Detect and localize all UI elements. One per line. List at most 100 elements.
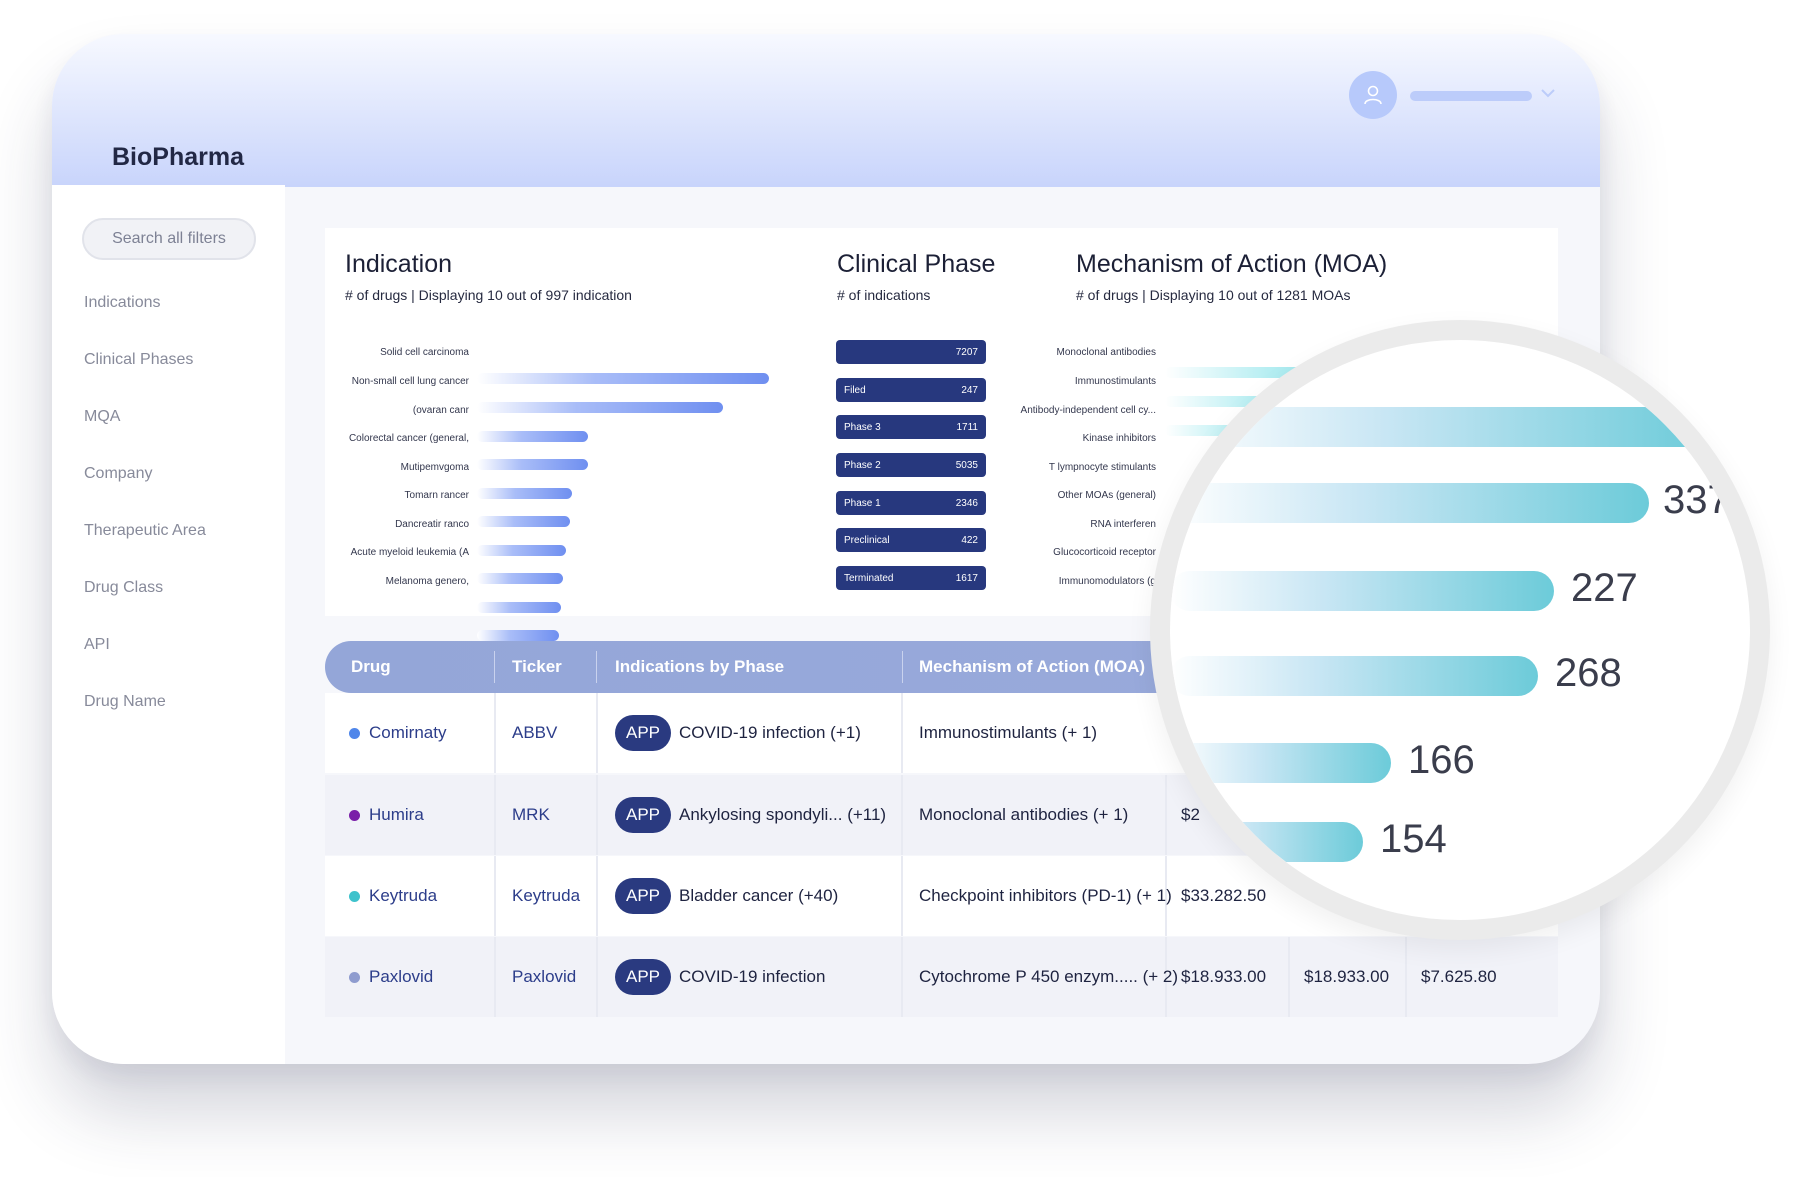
indication-label: Melanoma genero, (385, 576, 469, 587)
indication-bar[interactable] (477, 630, 559, 641)
drug-name-link[interactable]: Keytruda (369, 886, 437, 906)
zoomed-moa-bar (1170, 483, 1649, 523)
cell-divider (596, 937, 598, 1017)
price-cell: $18.933.00 (1181, 967, 1267, 986)
ticker-link[interactable]: Keytruda (512, 856, 580, 936)
zoomed-moa-bar (1170, 822, 1363, 862)
indication-text: Bladder cancer (+40) (679, 886, 839, 905)
moa-label: Glucocorticoid receptor (1053, 547, 1156, 558)
drug-cell: Humira (349, 775, 424, 855)
indication-label: Tomarn rancer (404, 490, 469, 501)
sidebar-item-drug-name[interactable]: Drug Name (84, 693, 166, 711)
ticker-link[interactable]: ABBV (512, 693, 557, 773)
indication-subtitle: # of drugs | Displaying 10 out of 997 in… (345, 287, 632, 303)
indication-label: (ovaran canr (412, 405, 469, 416)
phase-label: Phase 2 (844, 459, 881, 471)
moa-label: T lympnocyte stimulants (1048, 462, 1156, 473)
username-placeholder[interactable] (1410, 91, 1532, 101)
phase-bar[interactable]: 7207 (836, 340, 986, 364)
moa-label: Immunomodulators (g (1058, 576, 1156, 587)
brand-title: BioPharma (112, 143, 244, 171)
zoomed-bar-value: 154 (1380, 817, 1447, 861)
indication-bar[interactable] (477, 431, 588, 442)
column-header-moa[interactable]: Mechanism of Action (MOA) (919, 641, 1145, 693)
column-divider (494, 651, 495, 683)
column-header-drug[interactable]: Drug (351, 641, 391, 693)
search-filters-input[interactable]: Search all filters (82, 218, 256, 260)
column-divider (902, 651, 903, 683)
indication-bar[interactable] (477, 573, 563, 584)
user-avatar[interactable] (1349, 71, 1397, 119)
app-header: BioPharma (52, 34, 1600, 188)
sidebar-item-api[interactable]: API (84, 636, 110, 654)
phase-bar[interactable]: Phase 2 5035 (836, 453, 986, 477)
phase-value: 2346 (955, 497, 978, 509)
ticker-link[interactable]: Paxlovid (512, 937, 576, 1017)
indication-cell: APP COVID-19 infection (+1) (615, 693, 861, 773)
indication-bar[interactable] (477, 516, 570, 527)
zoomed-moa-bar (1170, 656, 1538, 696)
sidebar-item-drug-class[interactable]: Drug Class (84, 579, 163, 597)
phase-badge: APP (615, 959, 671, 995)
phase-label: Phase 1 (844, 497, 881, 509)
phase-label: Preclinical (844, 534, 890, 546)
cell-divider (596, 856, 598, 936)
drug-cell: Paxlovid (349, 937, 433, 1017)
cell-divider (1288, 937, 1290, 1017)
sidebar-item-therapeutic-area[interactable]: Therapeutic Area (84, 522, 206, 540)
sidebar-item-company[interactable]: Company (84, 465, 152, 483)
column-header-indications[interactable]: Indications by Phase (615, 641, 784, 693)
drug-name-link[interactable]: Paxlovid (369, 967, 433, 987)
zoomed-moa-bar (1170, 743, 1391, 783)
phase-bar[interactable]: Preclinical 422 (836, 528, 986, 552)
indication-label: Solid cell carcinoma (380, 347, 469, 358)
indication-bar[interactable] (477, 373, 769, 384)
moa-cell: Checkpoint inhibitors (PD-1) (+ 1) (919, 886, 1172, 905)
moa-cell: Immunostimulants (+ 1) (919, 723, 1098, 742)
indication-text: COVID-19 infection (679, 967, 826, 986)
indication-bar[interactable] (477, 545, 566, 556)
drug-name-link[interactable]: Comirnaty (369, 723, 446, 743)
phase-label: Terminated (844, 572, 894, 584)
phase-value: 247 (961, 384, 978, 396)
table-row[interactable]: Paxlovid Paxlovid APP COVID-19 infection … (325, 937, 1558, 1017)
indication-bar[interactable] (477, 459, 588, 470)
sidebar-item-indications[interactable]: Indications (84, 294, 161, 312)
ticker-link[interactable]: MRK (512, 775, 550, 855)
moa-label: Immunostimulants (1074, 376, 1156, 387)
phase-bar[interactable]: Filed 247 (836, 378, 986, 402)
zoomed-bar-value: 337 (1663, 478, 1730, 522)
cell-divider (596, 693, 598, 773)
moa-label: RNA interferen (1090, 519, 1156, 530)
zoomed-bar-value: 166 (1408, 738, 1475, 782)
phase-value: 5035 (955, 459, 978, 471)
cell-divider (1165, 775, 1167, 855)
column-divider (596, 651, 597, 683)
cell-divider (901, 775, 903, 855)
cell-divider (494, 775, 496, 855)
cell-divider (1405, 937, 1407, 1017)
chevron-down-icon[interactable] (1539, 84, 1557, 102)
sidebar-item-mqa[interactable]: MQA (84, 408, 120, 426)
moa-label: Monoclonal antibodies (1056, 347, 1156, 358)
phase-bar[interactable]: Terminated 1617 (836, 566, 986, 590)
drug-cell: Comirnaty (349, 693, 446, 773)
indication-bar[interactable] (477, 402, 723, 413)
column-header-ticker[interactable]: Ticker (512, 641, 562, 693)
sidebar-item-clinical-phases[interactable]: Clinical Phases (84, 351, 193, 369)
sidebar: Search all filters Indications Clinical … (52, 187, 285, 1064)
phase-badge: APP (615, 878, 671, 914)
indication-label: Non-small cell lung cancer (351, 376, 469, 387)
phase-badge: APP (615, 797, 671, 833)
phase-bar[interactable]: Phase 3 1711 (836, 415, 986, 439)
zoomed-bar-value: 268 (1555, 651, 1622, 695)
price-cell: $33.282.50 (1181, 886, 1267, 905)
phase-bar[interactable]: Phase 1 2346 (836, 491, 986, 515)
indication-bar[interactable] (477, 602, 561, 613)
moa-subtitle: # of drugs | Displaying 10 out of 1281 M… (1076, 287, 1351, 303)
indication-bar[interactable] (477, 488, 572, 499)
drug-name-link[interactable]: Humira (369, 805, 424, 825)
indication-label: Acute myeloid leukemia (A (350, 547, 469, 558)
status-dot (349, 890, 360, 902)
indication-cell: APP COVID-19 infection (615, 937, 825, 1017)
